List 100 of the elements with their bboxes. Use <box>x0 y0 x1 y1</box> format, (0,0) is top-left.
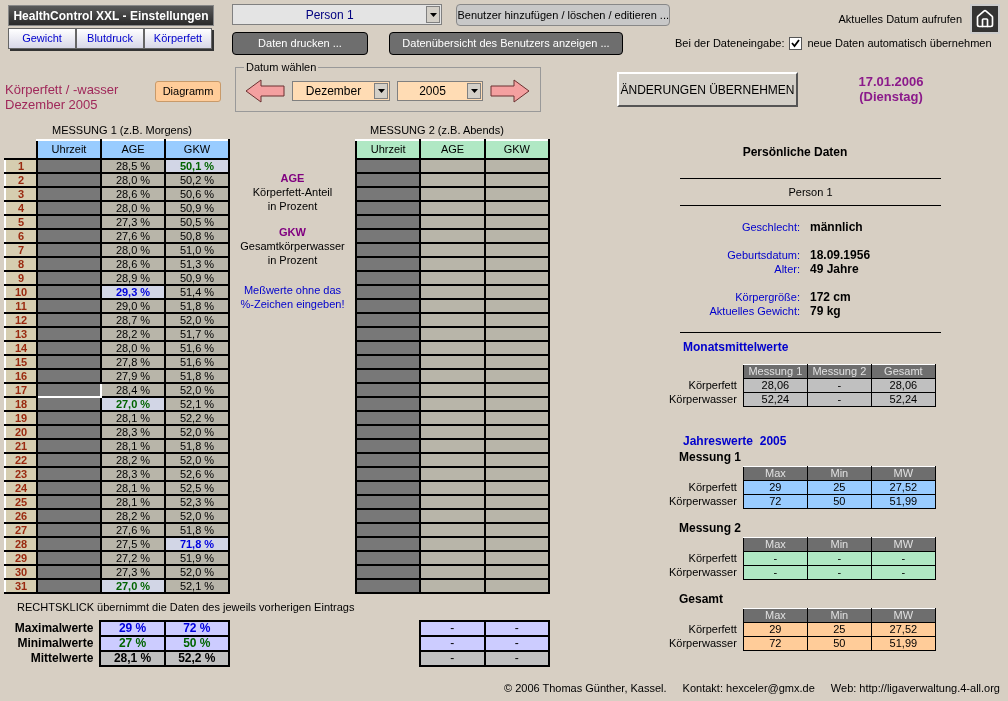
right-click-hint: RECHTSKLICK übernimmt die Daten des jeweils vorherigen Eintrags <box>17 599 355 614</box>
legend-text: Gesamtkörperwasser in Prozent <box>240 239 345 267</box>
month-dropdown[interactable]: Dezember <box>292 80 390 101</box>
dropdown-caret-icon[interactable] <box>467 82 481 99</box>
table-cell: - <box>743 551 808 566</box>
row-label: Körperfett <box>669 480 744 495</box>
row-label: Körperfett <box>669 378 744 393</box>
table-cell: 29 <box>743 480 808 495</box>
legend-term: GKW <box>279 225 306 239</box>
personal-data-title: Persönliche Daten <box>742 144 848 161</box>
table-cell: - <box>807 551 872 566</box>
today-date: 17.01.2006 <box>858 74 924 89</box>
column-header: Min <box>807 466 872 481</box>
column-header: Min <box>807 608 872 623</box>
table-cell: 28,06 <box>871 378 936 393</box>
column-header: Max <box>743 608 808 623</box>
right-arrow-icon[interactable] <box>490 78 530 103</box>
left-arrow-icon[interactable] <box>245 78 285 103</box>
column-header: Messung 1 <box>743 364 808 379</box>
column-header: Gesamt <box>871 364 936 379</box>
field-label: Geschlecht: <box>740 220 800 234</box>
input-note: Meßwerte ohne das %-Zeichen eingeben! <box>239 283 346 311</box>
column-header: GKW <box>165 140 229 159</box>
footer-text: © 2006 Thomas Günther, Kassel. <box>504 680 667 696</box>
table-cell: 25 <box>807 480 872 495</box>
dropdown-caret-icon[interactable] <box>426 6 441 23</box>
manage-users-button[interactable]: Benutzer hinzufügen / löschen / editieren ... <box>456 4 670 26</box>
table-cell: 27,52 <box>871 622 936 637</box>
summary-label: Minimalwerte <box>0 635 101 651</box>
column-header: Max <box>743 537 808 552</box>
row-label: Körperwasser <box>669 565 744 580</box>
footer-text: Web: http://ligaverwaltung.4-all.org <box>830 680 1000 696</box>
row-label: Körperwasser <box>669 392 744 407</box>
row-label: Körperfett <box>669 551 744 566</box>
column-header: MW <box>871 608 936 623</box>
user-dropdown[interactable]: Person 1 <box>232 4 443 25</box>
legend-text: Körperfett-Anteil in Prozent <box>252 185 333 213</box>
field-label: Körpergröße: <box>734 290 800 304</box>
column-header: Uhrzeit <box>356 140 421 159</box>
page-title: Körperfett / -wasser <box>5 82 120 97</box>
field-label: Geburtsdatum: <box>726 248 800 262</box>
subsection-title: Messung 2 <box>679 521 742 535</box>
summary-cell: - <box>484 620 549 636</box>
tab[interactable]: Körperfett <box>144 28 212 49</box>
column-header: Uhrzeit <box>37 140 101 159</box>
section-title: Jahreswerte 2005 <box>683 433 788 450</box>
summary-label: Mittelwerte <box>0 650 101 666</box>
current-date-label: Aktuelles Datum aufrufen <box>838 11 962 27</box>
summary-label: Maximalwerte <box>0 620 101 636</box>
day-number: 1 <box>5 158 37 173</box>
row-label: Körperwasser <box>669 494 744 509</box>
auto-accept-checkbox[interactable] <box>789 36 803 50</box>
table-cell: 25 <box>807 622 872 637</box>
year-dropdown[interactable]: 2005 <box>397 80 483 101</box>
table-cell: 28,06 <box>743 378 808 393</box>
column-header: Min <box>807 537 872 552</box>
person-name: Person 1 <box>787 185 834 200</box>
auto-accept-prefix: Bei der Dateneingabe: <box>675 36 785 51</box>
field-label: Alter: <box>773 262 800 276</box>
row-label: Körperwasser <box>669 636 744 651</box>
diagram-button[interactable]: Diagramm <box>155 81 221 102</box>
column-header: AGE <box>101 140 165 159</box>
today-weekday: (Dienstag) <box>859 89 923 104</box>
column-header: AGE <box>420 140 485 159</box>
app-title: HealthControl XXL - Einstellungen <box>8 5 214 26</box>
table-cell: 29 <box>743 622 808 637</box>
summary-cell: 72 % <box>164 620 229 636</box>
table-cell: - <box>807 378 872 393</box>
section-title: Monatsmittelwerte <box>683 339 790 356</box>
column-header: Messung 2 <box>807 364 872 379</box>
field-value: 172 cm <box>810 290 851 304</box>
field-value: männlich <box>810 220 863 234</box>
legend-term: AGE <box>280 171 305 185</box>
home-icon <box>975 9 995 29</box>
row-label: Körperfett <box>669 622 744 637</box>
print-button[interactable]: Daten drucken ... <box>232 32 368 55</box>
summary-cell: - <box>420 620 485 636</box>
tab[interactable]: Blutdruck <box>76 28 144 49</box>
field-value: 18.09.1956 <box>810 248 871 262</box>
field-label: Aktuelles Gewicht: <box>708 304 800 318</box>
date-picker-legend: Datum wählen <box>244 60 319 74</box>
table-cell: 27,52 <box>871 480 936 495</box>
summary-cell: 29 % <box>100 620 165 636</box>
column-header: GKW <box>484 140 549 159</box>
column-header: Max <box>743 466 808 481</box>
column-header: MW <box>871 466 936 481</box>
subsection-title: Gesamt <box>679 592 725 606</box>
field-value: 49 Jahre <box>810 262 859 276</box>
dropdown-caret-icon[interactable] <box>374 82 388 99</box>
footer-text: Kontakt: hexceler@gmx.de <box>682 680 815 696</box>
column-header: MW <box>871 537 936 552</box>
measurement-title: MESSUNG 2 (z.B. Abends) <box>370 123 505 138</box>
page-title: Dezember 2005 <box>5 97 99 112</box>
home-button[interactable] <box>970 4 1000 34</box>
overview-button[interactable]: Datenübersicht des Benutzers anzeigen ... <box>389 32 623 55</box>
auto-accept-label: neue Daten automatisch übernehmen <box>807 36 992 51</box>
apply-changes-button[interactable]: ÄNDERUNGEN ÜBERNEHMEN <box>617 72 798 107</box>
field-value: 79 kg <box>810 304 841 318</box>
tab[interactable]: Gewicht <box>8 28 76 49</box>
table-cell: - <box>871 551 936 566</box>
